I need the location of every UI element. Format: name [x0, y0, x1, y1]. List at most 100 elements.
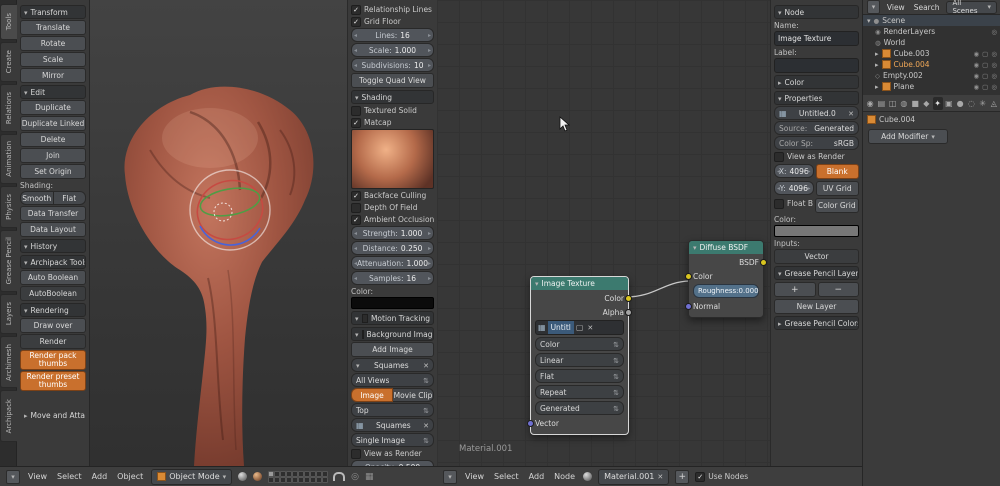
ao-samples-field[interactable]: Samples:16: [351, 271, 434, 285]
disclosure-icon[interactable]: [875, 49, 879, 58]
render-image-icon[interactable]: ▦: [365, 472, 374, 482]
render-button[interactable]: Render: [20, 334, 86, 349]
color-panel-header[interactable]: Color: [774, 75, 859, 89]
disclosure-icon[interactable]: [875, 60, 879, 69]
node-name-field[interactable]: Image Texture: [774, 31, 859, 46]
pivot-point-icon[interactable]: [253, 472, 263, 481]
color-input-socket[interactable]: [685, 273, 692, 280]
node-panel-header[interactable]: Node: [774, 5, 859, 19]
blank-button[interactable]: Blank: [815, 164, 859, 179]
material-datablock[interactable]: Material.001: [598, 468, 670, 485]
data-layout-button[interactable]: Data Layout: [20, 222, 86, 237]
tab-scene-icon[interactable]: ◫: [888, 97, 898, 110]
close-icon[interactable]: [423, 421, 429, 430]
relationship-lines-checkbox[interactable]: Relationship Lines: [351, 4, 434, 15]
editor-type-icon[interactable]: [6, 469, 20, 484]
generated-color-swatch[interactable]: [774, 225, 859, 237]
tab-constraints-icon[interactable]: ◆: [921, 97, 931, 110]
rotate-button[interactable]: Rotate: [20, 36, 86, 51]
color-mode-dropdown[interactable]: Color: [535, 337, 624, 351]
grid-subdivisions-field[interactable]: Subdivisions:10: [351, 58, 434, 72]
view-menu[interactable]: View: [26, 471, 49, 482]
colorspace-dropdown[interactable]: Color Sp: sRGB: [774, 136, 859, 150]
float-buffer-checkbox[interactable]: Float Buff: [774, 198, 813, 209]
grid-floor-checkbox[interactable]: Grid Floor: [351, 16, 434, 27]
ao-color-swatch[interactable]: [351, 297, 434, 309]
eye-icon[interactable]: ◉: [974, 61, 980, 69]
extension-dropdown[interactable]: Repeat: [535, 385, 624, 399]
bg-placement-dropdown[interactable]: Top: [351, 403, 434, 417]
outliner-view-menu[interactable]: View: [885, 2, 907, 13]
roughness-slider[interactable]: Roughness: 0.000: [693, 284, 759, 298]
new-material-button[interactable]: [675, 469, 690, 484]
disclosure-icon[interactable]: [867, 16, 871, 25]
properties-panel-header[interactable]: Properties: [774, 91, 859, 105]
tab-data-icon[interactable]: ▣: [944, 97, 954, 110]
disclosure-icon[interactable]: [875, 82, 879, 91]
eye-icon[interactable]: ◉: [974, 83, 980, 91]
image-texture-node-header[interactable]: Image Texture: [531, 277, 628, 290]
data-transfer-button[interactable]: Data Transfer: [20, 206, 86, 221]
tab-grease-pencil[interactable]: Grease Pencil: [0, 230, 17, 292]
toggle-quad-view-button[interactable]: Toggle Quad View: [351, 73, 434, 88]
image-source-dropdown[interactable]: Source: Generated: [774, 121, 859, 135]
backface-culling-checkbox[interactable]: Backface Culling: [351, 190, 434, 201]
outliner-row-world[interactable]: ◍ World: [863, 37, 1000, 48]
object-menu[interactable]: Object: [115, 471, 145, 482]
display-mode-dropdown[interactable]: All Scenes: [946, 0, 997, 15]
projection-dropdown[interactable]: Flat: [535, 369, 624, 383]
bg-image-toggle[interactable]: Image: [351, 388, 393, 402]
resolution-x-field[interactable]: X:4096: [774, 164, 814, 178]
render-pack-thumbs-button[interactable]: Render pack thumbs: [20, 350, 86, 370]
motion-tracking-panel-header[interactable]: Motion Tracking: [351, 311, 434, 325]
interpolation-dropdown[interactable]: Linear: [535, 353, 624, 367]
image-texture-node[interactable]: Image Texture Color Alpha Untitl Color L…: [527, 276, 632, 435]
transform-panel-header[interactable]: Transform: [20, 5, 86, 19]
outliner-search-menu[interactable]: Search: [912, 2, 942, 13]
normal-input-socket[interactable]: [685, 303, 692, 310]
bg-movie-clip-toggle[interactable]: Movie Clip: [393, 388, 434, 402]
tab-tools[interactable]: Tools: [0, 4, 17, 40]
diffuse-bsdf-node-header[interactable]: Diffuse BSDF: [689, 241, 763, 254]
mode-dropdown[interactable]: Object Mode: [151, 468, 233, 485]
use-nodes-checkbox[interactable]: Use Nodes: [695, 471, 748, 482]
image-datablock[interactable]: Untitl: [535, 320, 624, 335]
material-type-icon[interactable]: [583, 472, 593, 481]
matcap-preview[interactable]: [351, 129, 434, 189]
gp-layer-add-button[interactable]: [774, 282, 816, 297]
render-icon[interactable]: ◎: [991, 72, 997, 80]
close-icon[interactable]: [423, 361, 429, 370]
render-camera-icon[interactable]: ◎: [351, 472, 359, 482]
tab-texture-icon[interactable]: ◌: [966, 97, 976, 110]
select-icon[interactable]: ▢: [982, 72, 988, 80]
color-output-socket[interactable]: [625, 295, 632, 302]
join-button[interactable]: Join: [20, 148, 86, 163]
viewport-shading-icon[interactable]: [238, 472, 248, 481]
tab-render-icon[interactable]: ◉: [865, 97, 875, 110]
outliner-row-renderlayers[interactable]: ◉ RenderLayers ◎: [863, 26, 1000, 37]
matcap-checkbox[interactable]: Matcap: [351, 117, 434, 128]
tab-render-layers-icon[interactable]: ▤: [876, 97, 886, 110]
tab-animation[interactable]: Animation: [0, 134, 17, 184]
tab-physics-icon[interactable]: ◬: [989, 97, 999, 110]
shading-panel-header[interactable]: Shading: [351, 90, 434, 104]
ambient-occlusion-checkbox[interactable]: Ambient Occlusion: [351, 214, 434, 225]
unlink-icon[interactable]: [657, 472, 663, 481]
select-icon[interactable]: ▢: [982, 50, 988, 58]
bg-image-datablock[interactable]: Squames: [351, 418, 434, 432]
render-icon[interactable]: ◎: [991, 61, 997, 69]
bg-axis-dropdown[interactable]: All Views: [351, 373, 434, 387]
grease-pencil-layers-header[interactable]: Grease Pencil Layers: [774, 266, 859, 280]
move-attach-panel-header[interactable]: Move and Attach: [20, 408, 86, 422]
node-node-menu[interactable]: Node: [552, 471, 577, 482]
outliner-row-cube003[interactable]: Cube.003◉▢◎: [863, 48, 1000, 59]
image-datablock-selector[interactable]: Untitled.0: [774, 106, 859, 120]
unlink-icon[interactable]: [585, 323, 595, 332]
alpha-output-socket[interactable]: [625, 309, 632, 316]
add-image-button[interactable]: Add Image: [351, 342, 434, 357]
node-select-menu[interactable]: Select: [492, 471, 521, 482]
sculpted-arm-model[interactable]: [90, 0, 347, 466]
eye-icon[interactable]: ◉: [974, 72, 980, 80]
ao-distance-field[interactable]: Distance:0.250: [351, 241, 434, 255]
outliner-row-plane[interactable]: Plane◉▢◎: [863, 81, 1000, 92]
